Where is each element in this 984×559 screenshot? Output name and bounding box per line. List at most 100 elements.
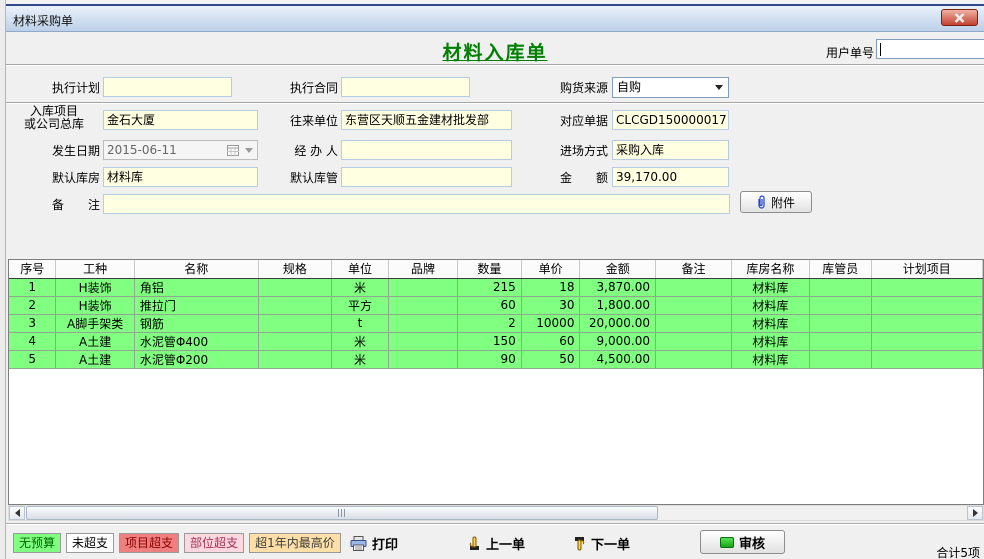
- text-caret: [880, 43, 881, 56]
- project-input[interactable]: 金石大厦: [103, 110, 258, 130]
- doc-ref-label: 对应单据: [528, 111, 608, 131]
- table-cell: 钢筋: [134, 314, 258, 332]
- budget-legend: 无预算未超支项目超支部位超支超1年内最高价: [13, 533, 341, 553]
- audit-status-icon: [720, 537, 734, 548]
- items-table: 序号工种名称规格单位品牌数量单价金额备注库房名称库管员计划项目1H装饰角铝米21…: [9, 260, 983, 369]
- table-cell: [258, 296, 331, 314]
- chevron-down-icon[interactable]: [241, 148, 257, 153]
- amount-input[interactable]: 39,170.00: [612, 167, 729, 187]
- table-cell: [871, 350, 982, 368]
- table-cell: 材料库: [731, 278, 809, 296]
- column-header[interactable]: 序号: [9, 260, 56, 278]
- table-row[interactable]: 5A土建水泥管Φ200米90504,500.00材料库: [9, 350, 983, 368]
- table-cell: H装饰: [56, 278, 134, 296]
- user-no-input[interactable]: [876, 39, 984, 59]
- table-cell: 9,000.00: [580, 332, 656, 350]
- warehouse-input[interactable]: 材料库: [103, 167, 258, 187]
- table-cell: 材料库: [731, 296, 809, 314]
- column-header[interactable]: 规格: [258, 260, 331, 278]
- triangle-left-icon: [15, 509, 20, 517]
- table-cell: 材料库: [731, 350, 809, 368]
- user-no-label: 用户单号: [816, 43, 874, 63]
- table-cell: 215: [457, 278, 521, 296]
- table-cell: [388, 296, 457, 314]
- scroll-left-button[interactable]: [9, 506, 25, 520]
- table-cell: [258, 278, 331, 296]
- column-header[interactable]: 数量: [457, 260, 521, 278]
- legend-chip: 超1年内最高价: [249, 533, 341, 553]
- exec-contract-label: 执行合同: [258, 78, 338, 98]
- table-cell: [655, 278, 731, 296]
- handler-input[interactable]: [341, 140, 512, 160]
- chevron-down-icon[interactable]: [710, 78, 728, 97]
- column-header[interactable]: 计划项目: [871, 260, 982, 278]
- close-button[interactable]: [941, 9, 978, 26]
- table-cell: 4,500.00: [580, 350, 656, 368]
- table-cell: A脚手架类: [56, 314, 134, 332]
- remark-input[interactable]: [103, 194, 730, 214]
- scroll-right-button[interactable]: [967, 506, 983, 520]
- table-row[interactable]: 2H装饰推拉门平方60301,800.00材料库: [9, 296, 983, 314]
- print-button[interactable]: 打印: [350, 533, 398, 553]
- remark-label: 备 注: [20, 195, 100, 215]
- table-cell: H装饰: [56, 296, 134, 314]
- handler-label: 经 办 人: [258, 141, 338, 161]
- table-cell: [258, 350, 331, 368]
- next-order-button[interactable]: 下一单: [573, 533, 630, 553]
- table-cell: [258, 314, 331, 332]
- horizontal-scrollbar[interactable]: [8, 505, 984, 521]
- doc-ref-input[interactable]: CLCGD150000017: [612, 110, 729, 130]
- entry-mode-input[interactable]: 采购入库: [612, 140, 729, 160]
- purchase-source-select[interactable]: 自购: [612, 77, 729, 98]
- column-header[interactable]: 工种: [56, 260, 134, 278]
- column-header[interactable]: 品牌: [388, 260, 457, 278]
- title-bar: 材料采购单: [6, 6, 984, 32]
- legend-chip: 项目超支: [119, 533, 179, 553]
- previous-order-button[interactable]: 上一单: [468, 533, 525, 553]
- total-count: 合计5项: [936, 544, 980, 559]
- table-cell: 10000: [521, 314, 580, 332]
- table-cell: [258, 332, 331, 350]
- exec-contract-input[interactable]: [341, 77, 470, 97]
- keeper-input[interactable]: [341, 167, 512, 187]
- table-cell: [388, 332, 457, 350]
- column-header[interactable]: 单位: [332, 260, 389, 278]
- hand-down-icon: [573, 536, 586, 551]
- table-row[interactable]: 4A土建水泥管Φ400米150609,000.00材料库: [9, 332, 983, 350]
- table-cell: 角铝: [134, 278, 258, 296]
- attachment-button[interactable]: 附件: [740, 191, 812, 213]
- table-cell: [871, 278, 982, 296]
- date-picker[interactable]: 2015-06-11: [103, 140, 258, 160]
- hand-up-icon: [468, 536, 481, 551]
- scrollbar-thumb[interactable]: [26, 506, 658, 520]
- table-cell: 90: [457, 350, 521, 368]
- audit-button[interactable]: 审核: [700, 530, 785, 554]
- grip-icon: [338, 509, 346, 517]
- column-header[interactable]: 备注: [655, 260, 731, 278]
- table-cell: [655, 296, 731, 314]
- table-cell: 3: [9, 314, 56, 332]
- project-label: 入库项目 或公司总库: [8, 105, 100, 131]
- table-cell: [809, 332, 871, 350]
- purchase-source-label: 购货来源: [528, 78, 608, 98]
- column-header[interactable]: 库管员: [809, 260, 871, 278]
- column-header[interactable]: 单价: [521, 260, 580, 278]
- amount-label: 金 额: [528, 168, 608, 188]
- counterpart-input[interactable]: 东营区天顺五金建材批发部: [341, 110, 512, 130]
- items-grid: 序号工种名称规格单位品牌数量单价金额备注库房名称库管员计划项目1H装饰角铝米21…: [8, 259, 984, 505]
- exec-plan-input[interactable]: [103, 77, 232, 97]
- table-row[interactable]: 3A脚手架类钢筋t21000020,000.00材料库: [9, 314, 983, 332]
- table-cell: [655, 314, 731, 332]
- entry-mode-label: 进场方式: [528, 141, 608, 161]
- paperclip-icon: [757, 195, 766, 209]
- column-header[interactable]: 库房名称: [731, 260, 809, 278]
- calendar-icon[interactable]: [225, 145, 241, 156]
- table-cell: [809, 314, 871, 332]
- column-header[interactable]: 名称: [134, 260, 258, 278]
- table-cell: 4: [9, 332, 56, 350]
- table-cell: 18: [521, 278, 580, 296]
- exec-plan-label: 执行计划: [20, 78, 100, 98]
- column-header[interactable]: 金额: [580, 260, 656, 278]
- triangle-right-icon: [973, 509, 978, 517]
- table-row[interactable]: 1H装饰角铝米215183,870.00材料库: [9, 278, 983, 296]
